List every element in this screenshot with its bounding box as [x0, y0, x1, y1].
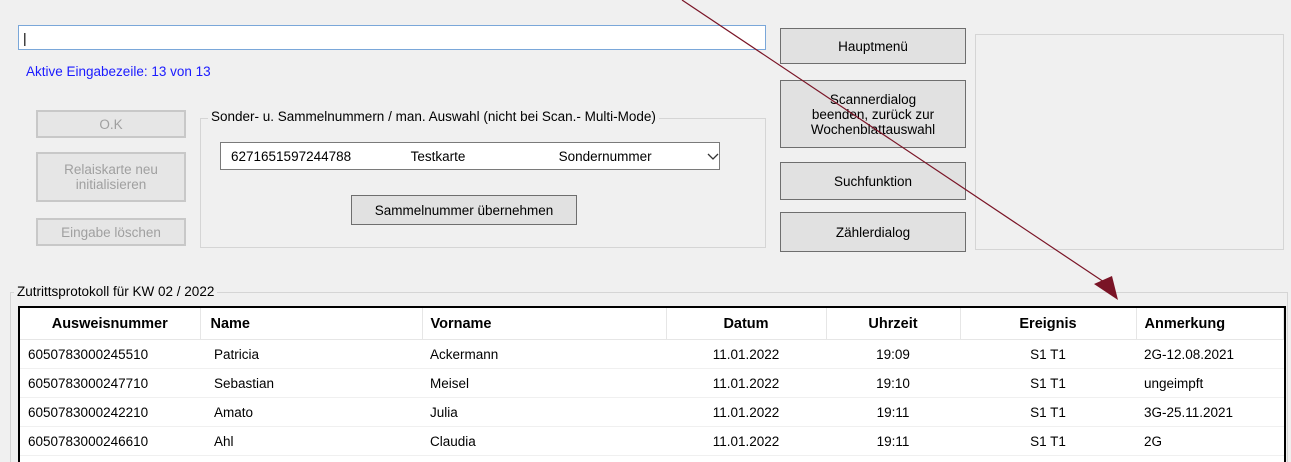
cell: S1 T1 [960, 339, 1136, 369]
combo-name: Testkarte [410, 148, 466, 164]
cell: Patricia [200, 339, 422, 369]
main-menu-button[interactable]: Hauptmenü [780, 28, 966, 64]
cell: 2G [1136, 426, 1284, 456]
cell: Ackermann [422, 339, 666, 369]
scan-input[interactable] [18, 25, 766, 50]
cell: 6050783000242210 [20, 397, 200, 427]
col-header[interactable]: Datum [666, 308, 827, 340]
special-number-group-label: Sonder- u. Sammelnummern / man. Auswahl … [208, 109, 659, 124]
cell: 11.01.2022 [666, 397, 826, 427]
col-header[interactable]: Ereignis [960, 308, 1137, 340]
cell: 6050783000245510 [20, 339, 200, 369]
col-header[interactable]: Anmerkung [1136, 308, 1284, 340]
col-header[interactable]: Name [200, 308, 423, 340]
cell: 6050783000247710 [20, 368, 200, 398]
cell: ungeimpft [1136, 368, 1284, 398]
table-row[interactable]: 6050783000242210 Amato Julia 11.01.2022 … [20, 397, 1284, 427]
protocol-group-label: Zutrittsprotokoll für KW 02 / 2022 [14, 284, 218, 299]
cell: 11.01.2022 [666, 426, 826, 456]
protocol-table[interactable]: Ausweisnummer Name Vorname Datum Uhrzeit… [18, 306, 1286, 462]
reinit-relay-card-button[interactable]: Relaiskarte neu initialisieren [36, 152, 186, 202]
cell: Ahl [200, 426, 422, 456]
cell: 3G-25.11.2021 [1136, 397, 1284, 427]
col-header[interactable]: Uhrzeit [826, 308, 961, 340]
cell: 19:09 [826, 339, 960, 369]
counter-dialog-button[interactable]: Zählerdialog [780, 212, 966, 252]
cell: Sebastian [200, 368, 422, 398]
cell: 6050783000246610 [20, 426, 200, 456]
cell: 19:10 [826, 368, 960, 398]
cell: 19:11 [826, 426, 960, 456]
table-header-row: Ausweisnummer Name Vorname Datum Uhrzeit… [20, 308, 1284, 340]
cell: 2G-12.08.2021 [1136, 339, 1284, 369]
close-scanner-dialog-button[interactable]: Scannerdialog beenden, zurück zur Wochen… [780, 80, 966, 148]
special-number-select[interactable]: 6271651597244788 Testkarte Sondernummer [220, 142, 720, 170]
cell: Amato [200, 397, 422, 427]
cell: 11.01.2022 [666, 339, 826, 369]
chevron-down-icon [707, 149, 719, 164]
table-row[interactable]: 6050783000245510 Patricia Ackermann 11.0… [20, 339, 1284, 369]
col-header[interactable]: Ausweisnummer [20, 308, 201, 340]
active-input-status: Aktive Eingabezeile: 13 von 13 [26, 64, 211, 79]
table-row[interactable]: 6050783000247710 Sebastian Meisel 11.01.… [20, 368, 1284, 398]
col-header[interactable]: Vorname [422, 308, 667, 340]
cell: Julia [422, 397, 666, 427]
combo-number: 6271651597244788 [231, 148, 352, 164]
cell: Claudia [422, 426, 666, 456]
cell: S1 T1 [960, 397, 1136, 427]
clear-input-button[interactable]: Eingabe löschen [36, 218, 186, 246]
search-button[interactable]: Suchfunktion [780, 162, 966, 200]
apply-collective-number-button[interactable]: Sammelnummer übernehmen [351, 195, 577, 225]
cell: Meisel [422, 368, 666, 398]
combo-type: Sondernummer [558, 148, 652, 164]
ok-button[interactable]: O.K [36, 110, 186, 138]
cell: 11.01.2022 [666, 368, 826, 398]
cell: S1 T1 [960, 368, 1136, 398]
special-number-group [200, 118, 766, 248]
cell: S1 T1 [960, 426, 1136, 456]
cell: 19:11 [826, 397, 960, 427]
table-row[interactable]: 6050783000246610 Ahl Claudia 11.01.2022 … [20, 426, 1284, 456]
side-panel [975, 34, 1284, 250]
